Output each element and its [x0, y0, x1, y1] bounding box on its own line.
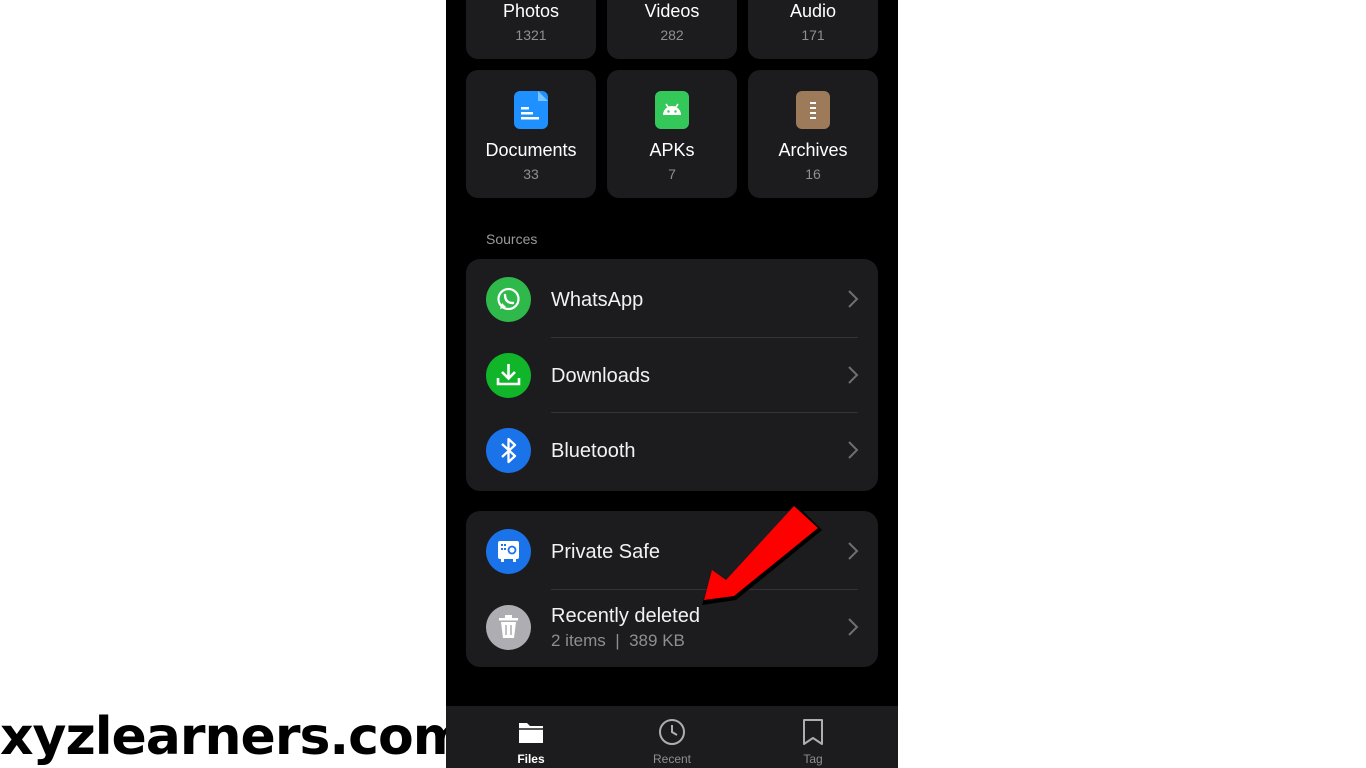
recently-deleted-summary: 2 items | 389 KB: [551, 631, 685, 650]
private-safe-label: Private Safe: [551, 541, 660, 563]
category-count: 282: [660, 27, 684, 43]
category-count: 171: [801, 27, 825, 43]
category-tile-documents[interactable]: Documents 33: [466, 70, 596, 198]
recently-deleted-label: Recently deleted: [551, 605, 700, 627]
chevron-right-icon: [848, 542, 859, 560]
category-name: Videos: [644, 1, 700, 21]
nav-label: Files: [517, 752, 545, 766]
category-name: APKs: [649, 140, 695, 160]
file-manager-screen: Photos 1321 Videos 282 Audio 171 Documen…: [446, 0, 898, 768]
category-count: 16: [805, 166, 821, 182]
bluetooth-icon: [486, 428, 531, 473]
nav-label: Tag: [803, 752, 823, 766]
nav-tab-tag[interactable]: Tag: [738, 706, 888, 768]
bottom-navigation: Files Recent Tag: [446, 706, 898, 768]
clock-icon: [659, 719, 685, 745]
category-name: Archives: [778, 140, 848, 160]
bookmark-icon: [803, 719, 823, 745]
chevron-right-icon: [848, 441, 859, 459]
category-count: 7: [668, 166, 676, 182]
nav-label: Recent: [652, 752, 692, 766]
sources-section-label: Sources: [486, 231, 538, 247]
category-name: Photos: [502, 1, 560, 21]
sources-card: WhatsApp Downloads Bluetooth: [466, 259, 878, 491]
source-item-downloads[interactable]: Downloads: [466, 338, 878, 413]
nav-tab-files[interactable]: Files: [456, 706, 606, 768]
document-icon: [514, 91, 548, 129]
trash-icon: [486, 605, 531, 650]
category-tile-audio[interactable]: Audio 171: [748, 0, 878, 59]
source-label: Bluetooth: [551, 440, 636, 462]
chevron-right-icon: [848, 290, 859, 308]
watermark-text: xyzlearners.com: [0, 707, 467, 767]
source-label: Downloads: [551, 365, 650, 387]
whatsapp-icon: [486, 277, 531, 322]
android-icon: [655, 91, 689, 129]
archive-icon: [796, 91, 830, 129]
source-item-bluetooth[interactable]: Bluetooth: [466, 413, 878, 488]
category-count: 1321: [515, 27, 547, 43]
download-icon: [486, 353, 531, 398]
chevron-right-icon: [848, 366, 859, 384]
source-label: WhatsApp: [551, 289, 644, 311]
category-tile-archives[interactable]: Archives 16: [748, 70, 878, 198]
category-tile-videos[interactable]: Videos 282: [607, 0, 737, 59]
annotation-arrow-icon: [702, 504, 822, 605]
category-count: 33: [523, 166, 539, 182]
category-tile-apks[interactable]: APKs 7: [607, 70, 737, 198]
nav-tab-recent[interactable]: Recent: [597, 706, 747, 768]
safe-icon: [486, 529, 531, 574]
folder-icon: [519, 723, 543, 743]
category-tile-photos[interactable]: Photos 1321: [466, 0, 596, 59]
category-name: Audio: [789, 1, 837, 21]
chevron-right-icon: [848, 618, 859, 636]
category-name: Documents: [485, 140, 577, 160]
source-item-whatsapp[interactable]: WhatsApp: [466, 262, 878, 337]
